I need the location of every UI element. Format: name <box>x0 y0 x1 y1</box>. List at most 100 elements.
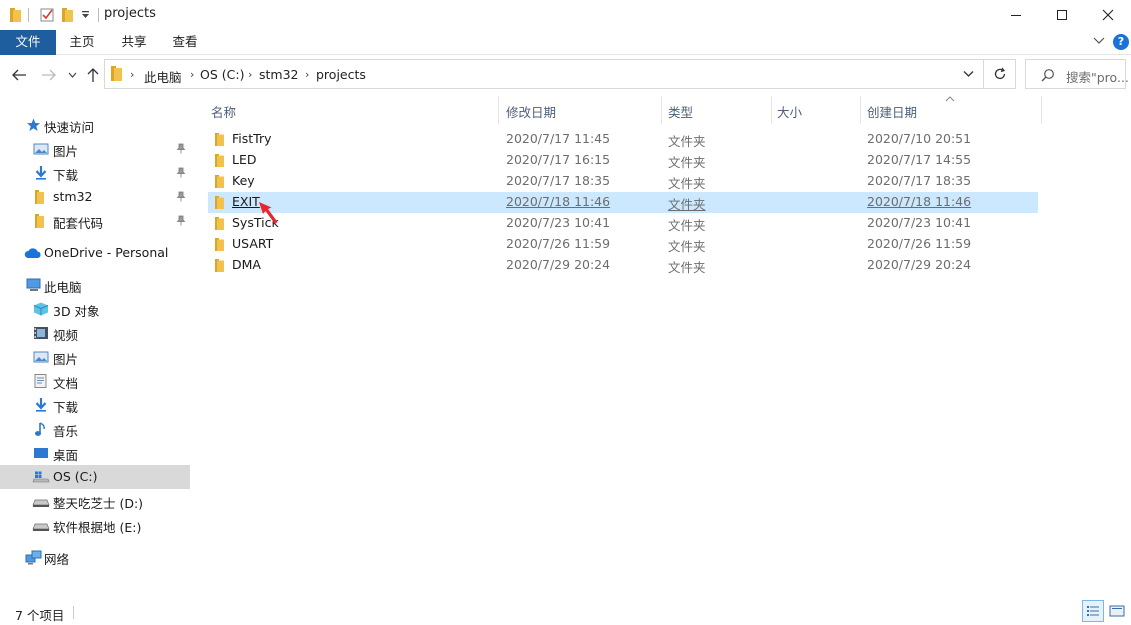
file-modified: 2020/7/29 20:24 <box>506 257 611 272</box>
file-created: 2020/7/29 20:24 <box>867 257 972 272</box>
nav-e-drive[interactable]: 软件根据地 (E:) <box>0 513 190 537</box>
chevron-right-icon[interactable]: › <box>248 68 252 81</box>
nav-label: OS (C:) <box>53 469 98 484</box>
breadcrumb-stm32[interactable]: stm32 <box>259 67 299 82</box>
column-header-created[interactable]: 创建日期 <box>867 102 917 121</box>
file-row[interactable]: DMA 2020/7/29 20:24 文件夹 2020/7/29 20:24 <box>208 255 1038 276</box>
close-button[interactable] <box>1085 0 1131 30</box>
tab-share[interactable]: 共享 <box>110 30 158 55</box>
nav-label: 桌面 <box>53 448 79 463</box>
back-button[interactable] <box>10 65 28 85</box>
nav-label: 音乐 <box>53 424 79 439</box>
pin-icon[interactable] <box>176 215 186 226</box>
pin-icon[interactable] <box>176 191 186 202</box>
column-divider[interactable] <box>661 96 662 124</box>
nav-quick-access[interactable]: 快速访问 <box>0 113 190 137</box>
search-placeholder: 搜索"pro... <box>1066 70 1129 85</box>
folder-icon <box>215 259 225 272</box>
breadcrumb-this-pc[interactable]: 此电脑 <box>144 67 182 86</box>
nav-label: 快速访问 <box>44 120 95 135</box>
expand-ribbon-icon[interactable] <box>1092 35 1106 47</box>
file-row[interactable]: USART 2020/7/26 11:59 文件夹 2020/7/26 11:5… <box>208 234 1038 255</box>
column-header-size[interactable]: 大小 <box>777 102 802 121</box>
column-divider[interactable] <box>498 96 499 124</box>
column-header-name[interactable]: 名称 <box>211 102 236 121</box>
file-row-selected[interactable]: EXIT 2020/7/18 11:46 文件夹 2020/7/18 11:46 <box>208 192 1038 213</box>
drive-icon <box>32 494 50 508</box>
file-name: Key <box>232 173 255 188</box>
properties-icon[interactable] <box>39 7 55 23</box>
chevron-right-icon[interactable]: › <box>130 68 134 81</box>
navigation-pane: 快速访问 图片 下载 stm32 配套代码 OneDrive - Persona… <box>0 97 193 597</box>
file-type: 文件夹 <box>668 260 706 275</box>
maximize-button[interactable] <box>1039 0 1085 30</box>
pictures-icon <box>33 350 49 364</box>
nav-d-drive[interactable]: 整天吃芝士 (D:) <box>0 489 190 513</box>
file-row[interactable]: LED 2020/7/17 16:15 文件夹 2020/7/17 14:55 <box>208 150 1038 171</box>
nav-network[interactable]: 网络 <box>0 545 190 569</box>
pin-icon[interactable] <box>176 167 186 178</box>
column-divider[interactable] <box>771 96 772 124</box>
pin-icon[interactable] <box>176 143 186 154</box>
chevron-right-icon[interactable]: › <box>190 68 194 81</box>
nav-videos[interactable]: 视频 <box>0 321 190 345</box>
minimize-button[interactable] <box>993 0 1039 30</box>
nav-3d-objects[interactable]: 3D 对象 <box>0 297 190 321</box>
large-icons-view-button[interactable] <box>1106 600 1128 622</box>
help-icon[interactable]: ? <box>1113 34 1129 50</box>
nav-downloads[interactable]: 下载 <box>0 393 190 417</box>
cube-icon <box>33 302 49 316</box>
file-row[interactable]: SysTick 2020/7/23 10:41 文件夹 2020/7/23 10… <box>208 213 1038 234</box>
column-divider[interactable] <box>1041 96 1042 124</box>
column-header-modified[interactable]: 修改日期 <box>506 102 556 121</box>
file-row[interactable]: Key 2020/7/17 18:35 文件夹 2020/7/17 18:35 <box>208 171 1038 192</box>
column-header-type[interactable]: 类型 <box>668 102 693 121</box>
nav-documents[interactable]: 文档 <box>0 369 190 393</box>
tab-file[interactable]: 文件 <box>0 30 56 55</box>
nav-label: 文档 <box>53 376 79 391</box>
drive-icon <box>32 518 50 532</box>
nav-this-pc[interactable]: 此电脑 <box>0 273 190 297</box>
recent-locations-chevron-icon[interactable] <box>66 65 78 85</box>
file-row[interactable]: FistTry 2020/7/17 11:45 文件夹 2020/7/10 20… <box>208 129 1038 150</box>
nav-pictures[interactable]: 图片 <box>0 345 190 369</box>
title-bar: projects <box>0 0 1131 30</box>
file-created: 2020/7/17 14:55 <box>867 152 972 167</box>
network-icon <box>25 550 42 565</box>
nav-quick-pictures[interactable]: 图片 <box>0 137 190 161</box>
chevron-right-icon[interactable]: › <box>305 68 309 81</box>
breadcrumb-projects[interactable]: projects <box>316 67 366 82</box>
folder-icon <box>35 214 51 228</box>
folder-icon <box>215 154 225 167</box>
nav-label: 下载 <box>53 400 79 415</box>
nav-quick-sample-code[interactable]: 配套代码 <box>0 209 190 233</box>
nav-label: OneDrive - Personal <box>44 245 169 260</box>
details-view-button[interactable] <box>1082 600 1104 622</box>
nav-quick-downloads[interactable]: 下载 <box>0 161 190 185</box>
nav-music[interactable]: 音乐 <box>0 417 190 441</box>
up-button[interactable] <box>85 65 101 85</box>
nav-quick-stm32[interactable]: stm32 <box>0 185 190 209</box>
file-modified: 2020/7/18 11:46 <box>506 194 611 209</box>
nav-os-c-drive[interactable]: OS (C:) <box>0 465 190 489</box>
folder-icon <box>215 196 225 209</box>
tab-view[interactable]: 查看 <box>161 30 209 55</box>
search-input[interactable]: 搜索"pro... <box>1025 59 1129 89</box>
file-created: 2020/7/18 11:46 <box>867 194 972 209</box>
address-history-chevron-icon[interactable] <box>963 70 974 78</box>
refresh-button[interactable] <box>984 59 1016 89</box>
separator <box>28 8 29 22</box>
file-type: 文件夹 <box>668 239 706 254</box>
file-name: EXIT <box>232 194 260 209</box>
address-bar[interactable]: › 此电脑 › OS (C:) › stm32 › projects <box>104 59 984 89</box>
new-folder-icon[interactable] <box>61 7 75 23</box>
breadcrumb-os-c[interactable]: OS (C:) <box>200 67 244 82</box>
nav-onedrive[interactable]: OneDrive - Personal <box>0 241 190 265</box>
customize-quick-access-icon[interactable] <box>81 10 90 20</box>
nav-desktop[interactable]: 桌面 <box>0 441 190 465</box>
tab-home[interactable]: 主页 <box>58 30 106 55</box>
file-modified: 2020/7/17 11:45 <box>506 131 611 146</box>
forward-button[interactable] <box>40 65 58 85</box>
column-divider[interactable] <box>860 96 861 124</box>
music-icon <box>34 422 50 436</box>
